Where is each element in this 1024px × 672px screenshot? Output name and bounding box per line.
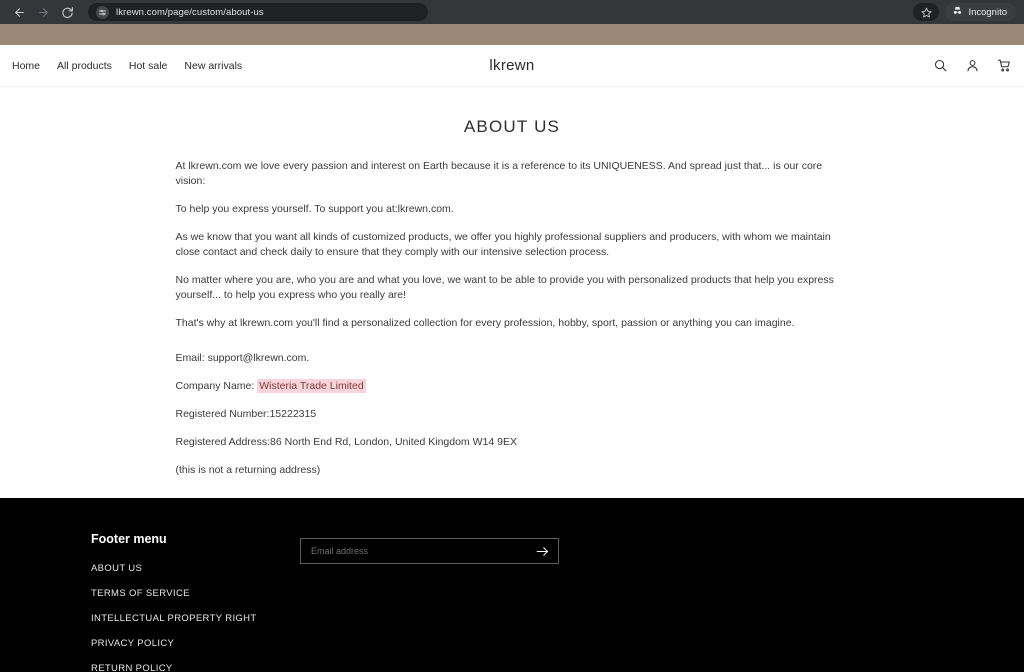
footer-menu: Footer menu ABOUT US TERMS OF SERVICE IN… (0, 532, 300, 672)
incognito-indicator[interactable]: Incognito (945, 3, 1016, 21)
star-icon[interactable] (913, 3, 940, 21)
incognito-label: Incognito (968, 6, 1007, 18)
footer-link-intellectual-property-right[interactable]: INTELLECTUAL PROPERTY RIGHT (91, 613, 300, 624)
contact-email: Email: support@lkrewn.com. (175, 352, 310, 364)
cart-icon[interactable] (997, 58, 1012, 73)
announcement-band (0, 24, 1024, 45)
chrome-right-actions: Incognito (913, 3, 1016, 21)
registered-number: Registered Number:15222315 (175, 408, 317, 420)
incognito-icon (952, 5, 963, 19)
nav-item-new-arrivals[interactable]: New arrivals (184, 60, 242, 72)
address-bar-url: lkrewn.com/page/custom/about-us (116, 6, 264, 18)
about-paragraph-1: At lkrewn.com we love every passion and … (175, 160, 823, 187)
registered-address: Registered Address:86 North End Rd, Lond… (175, 436, 517, 448)
footer-link-privacy-policy[interactable]: PRIVACY POLICY (91, 638, 300, 649)
newsletter-submit-button[interactable] (535, 544, 550, 559)
browser-toolbar: lkrewn.com/page/custom/about-us Incognit… (0, 0, 1024, 24)
footer-link-about-us[interactable]: ABOUT US (91, 563, 300, 574)
site-footer: Footer menu ABOUT US TERMS OF SERVICE IN… (0, 498, 1024, 672)
address-note: (this is not a returning address) (175, 464, 321, 476)
address-bar[interactable]: lkrewn.com/page/custom/about-us (88, 3, 428, 21)
nav-item-home[interactable]: Home (12, 60, 40, 72)
footer-menu-title: Footer menu (91, 532, 167, 546)
search-icon[interactable] (933, 58, 948, 73)
reload-icon[interactable] (56, 2, 78, 22)
footer-link-terms-of-service[interactable]: TERMS OF SERVICE (91, 588, 300, 599)
forward-icon[interactable] (32, 2, 54, 22)
header-actions (933, 58, 1012, 73)
account-icon[interactable] (965, 58, 980, 73)
about-paragraph-4: No matter where you are, who you are and… (175, 274, 834, 301)
footer-link-return-policy[interactable]: RETURN POLICY (91, 663, 300, 672)
nav-item-all-products[interactable]: All products (57, 60, 112, 72)
newsletter-field-row (300, 538, 559, 564)
about-paragraph-5: That's why at lkrewn.com you'll find a p… (175, 317, 795, 329)
back-icon[interactable] (8, 2, 30, 22)
site-header: Home All products Hot sale New arrivals … (0, 45, 1024, 87)
tune-icon[interactable] (96, 5, 109, 19)
page-title: ABOUT US (463, 117, 561, 136)
about-paragraph-3: As we know that you want all kinds of cu… (175, 231, 831, 258)
nav-item-hot-sale[interactable]: Hot sale (129, 60, 168, 72)
company-name-value: Wisteria Trade Limited (257, 379, 366, 393)
about-content: At lkrewn.com we love every passion and … (176, 159, 849, 478)
email-input[interactable] (311, 546, 535, 556)
newsletter-signup (300, 532, 559, 672)
page-main: ABOUT US At lkrewn.com we love every pas… (0, 87, 1024, 498)
main-navigation: Home All products Hot sale New arrivals (12, 60, 242, 72)
about-paragraph-2: To help you express yourself. To support… (175, 203, 454, 215)
company-name-line: Company Name: Wisteria Trade Limited (176, 379, 849, 394)
company-name-label: Company Name: (175, 380, 255, 392)
